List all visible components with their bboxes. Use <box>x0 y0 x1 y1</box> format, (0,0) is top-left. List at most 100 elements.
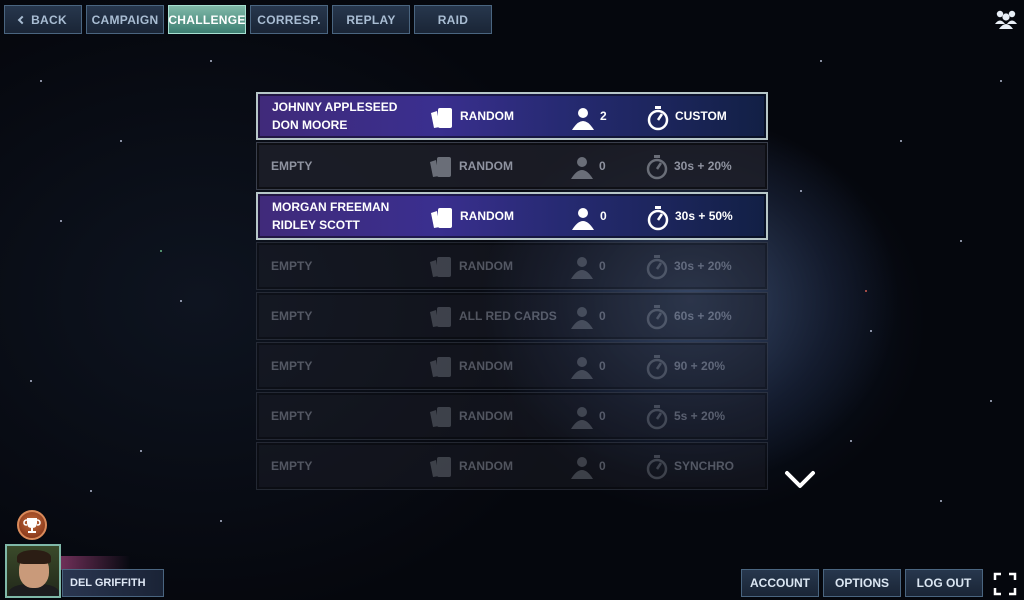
account-button[interactable]: ACCOUNT <box>741 569 819 597</box>
time-control: CUSTOM <box>675 109 727 123</box>
player-count: 0 <box>599 459 606 473</box>
player-icon <box>572 108 594 130</box>
time-control: 90 + 20% <box>674 359 726 373</box>
cards-icon <box>430 457 451 477</box>
tab-challenge[interactable]: CHALLENGE <box>168 5 246 34</box>
time-control: 60s + 20% <box>674 309 732 323</box>
cards-icon <box>430 257 451 277</box>
player-1-name: EMPTY <box>271 309 313 323</box>
tab-challenge-label: CHALLENGE <box>168 12 246 27</box>
tab-campaign[interactable]: CAMPAIGN <box>86 5 164 34</box>
player-count: 2 <box>600 109 607 123</box>
challenge-players: EMPTY <box>271 293 312 339</box>
cards-icon <box>430 357 451 377</box>
challenge-players: MORGAN FREEMAN RIDLEY SCOTT <box>272 194 389 238</box>
player-1-name: JOHNNY APPLESEED <box>272 100 398 114</box>
chevron-down-icon[interactable] <box>784 468 816 490</box>
player-1-name: EMPTY <box>271 459 313 473</box>
time-control: 30s + 20% <box>674 259 732 273</box>
player-icon <box>571 307 593 329</box>
deck-type: RANDOM <box>459 259 513 273</box>
player-1-name: EMPTY <box>271 259 313 273</box>
player-icon <box>571 157 593 179</box>
trophy-glyph <box>23 518 41 533</box>
deck-type: RANDOM <box>459 459 513 473</box>
tab-correspondence[interactable]: CORRESP. <box>250 5 328 34</box>
deck-type: RANDOM <box>459 159 513 173</box>
challenge-row[interactable]: EMPTY RANDOM 0 30s + 20% <box>256 142 768 190</box>
challenge-row[interactable]: EMPTY RANDOM 0 30s + 20% <box>256 242 768 290</box>
deck-type: RANDOM <box>459 359 513 373</box>
challenge-players: EMPTY <box>271 393 312 439</box>
stopwatch-icon <box>646 305 668 330</box>
player-1-name: EMPTY <box>271 409 313 423</box>
time-control: 30s + 20% <box>674 159 732 173</box>
logout-label: LOG OUT <box>916 576 972 590</box>
player-count: 0 <box>599 309 606 323</box>
cards-icon <box>431 208 452 228</box>
player-icon <box>571 457 593 479</box>
challenge-row[interactable]: JOHNNY APPLESEED DON MOORE RANDOM 2 CUST… <box>256 92 768 140</box>
avatar-hair <box>17 550 51 564</box>
player-count: 0 <box>599 159 606 173</box>
player-1-name: EMPTY <box>271 359 313 373</box>
profile-name[interactable]: DEL GRIFFITH <box>62 569 164 597</box>
player-2-name: RIDLEY SCOTT <box>272 218 360 232</box>
cards-icon <box>431 108 452 128</box>
trophy-icon[interactable] <box>17 510 47 540</box>
tab-raid[interactable]: RAID <box>414 5 492 34</box>
profile-name-label: DEL GRIFFITH <box>70 577 146 589</box>
options-button[interactable]: OPTIONS <box>823 569 901 597</box>
challenge-row[interactable]: EMPTY RANDOM 0 90 + 20% <box>256 342 768 390</box>
stopwatch-icon <box>646 355 668 380</box>
challenge-players: JOHNNY APPLESEED DON MOORE <box>272 94 397 138</box>
account-label: ACCOUNT <box>750 576 810 590</box>
tab-replay-label: REPLAY <box>346 12 396 27</box>
challenge-row[interactable]: MORGAN FREEMAN RIDLEY SCOTT RANDOM 0 30s… <box>256 192 768 240</box>
time-control: 30s + 50% <box>675 209 733 223</box>
tab-replay[interactable]: REPLAY <box>332 5 410 34</box>
name-glow <box>60 556 130 570</box>
challenge-players: EMPTY <box>271 243 312 289</box>
player-icon <box>571 257 593 279</box>
player-1-name: EMPTY <box>271 159 313 173</box>
deck-type: RANDOM <box>460 209 514 223</box>
challenge-players: EMPTY <box>271 143 312 189</box>
deck-type: RANDOM <box>460 109 514 123</box>
chevron-left-icon <box>17 15 27 24</box>
challenge-players: EMPTY <box>271 443 312 489</box>
player-count: 0 <box>599 359 606 373</box>
stopwatch-icon <box>647 106 669 131</box>
logout-button[interactable]: LOG OUT <box>905 569 983 597</box>
deck-type: ALL RED CARDS <box>459 309 557 323</box>
player-count: 0 <box>599 409 606 423</box>
deck-type: RANDOM <box>459 409 513 423</box>
options-label: OPTIONS <box>834 576 889 590</box>
tab-campaign-label: CAMPAIGN <box>91 12 159 27</box>
challenge-row[interactable]: EMPTY RANDOM 0 5s + 20% <box>256 392 768 440</box>
challenge-row[interactable]: EMPTY RANDOM 0 SYNCHRO <box>256 442 768 490</box>
stopwatch-icon <box>646 155 668 180</box>
tab-raid-label: RAID <box>437 12 469 27</box>
stopwatch-icon <box>646 455 668 480</box>
player-count: 0 <box>600 209 607 223</box>
cards-icon <box>430 157 451 177</box>
avatar[interactable] <box>5 544 61 598</box>
friends-icon[interactable] <box>994 8 1018 30</box>
time-control: 5s + 20% <box>674 409 726 423</box>
cards-icon <box>430 307 451 327</box>
fullscreen-icon[interactable] <box>993 572 1017 596</box>
player-2-name: DON MOORE <box>272 118 348 132</box>
player-1-name: MORGAN FREEMAN <box>272 200 390 214</box>
cards-icon <box>430 407 451 427</box>
player-icon <box>571 407 593 429</box>
stopwatch-icon <box>646 405 668 430</box>
back-button[interactable]: BACK <box>4 5 82 34</box>
stopwatch-icon <box>646 255 668 280</box>
stopwatch-icon <box>647 206 669 231</box>
player-icon <box>572 208 594 230</box>
challenge-row[interactable]: EMPTY ALL RED CARDS 0 60s + 20% <box>256 292 768 340</box>
back-label: BACK <box>31 12 67 27</box>
player-count: 0 <box>599 259 606 273</box>
time-control: SYNCHRO <box>674 459 735 473</box>
